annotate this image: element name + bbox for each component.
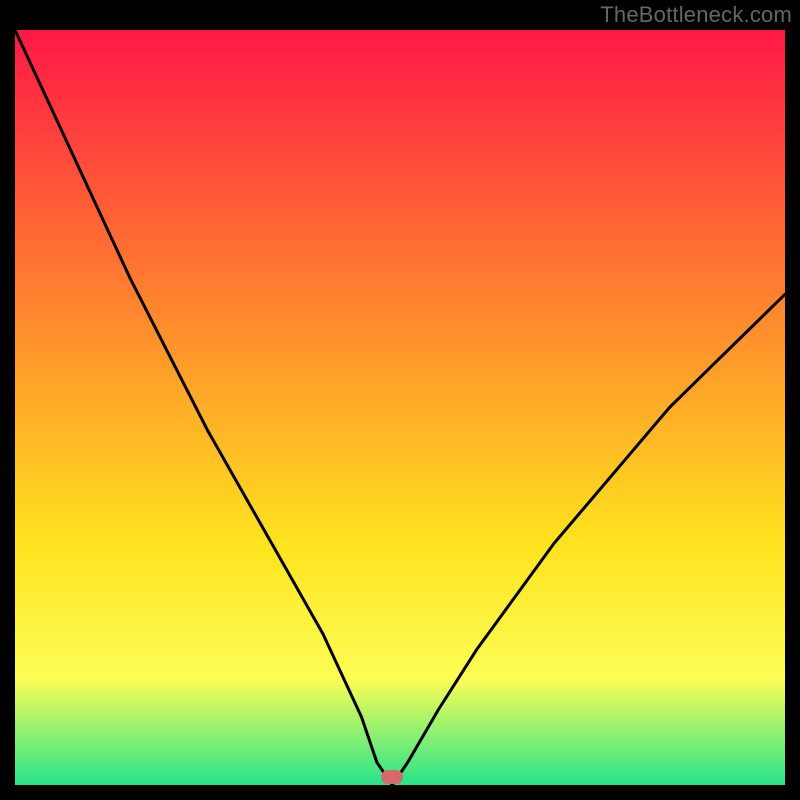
attribution-label: TheBottleneck.com	[600, 2, 792, 28]
chart-frame: TheBottleneck.com	[0, 0, 800, 800]
heat-gradient	[15, 30, 785, 785]
optimum-marker	[381, 770, 403, 784]
plot-area	[15, 30, 785, 785]
plot-inner	[15, 30, 785, 785]
